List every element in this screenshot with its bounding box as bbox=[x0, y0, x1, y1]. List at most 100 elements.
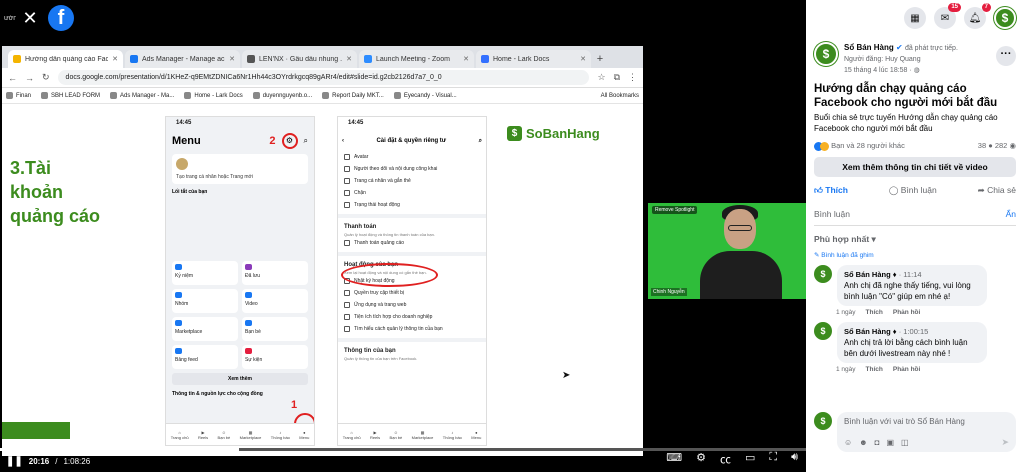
bookmark-item[interactable]: Report Daily MKT... bbox=[322, 92, 384, 99]
close-icon[interactable]: ✕ bbox=[229, 55, 235, 63]
browser-tab[interactable]: Ads Manager - Manage ac ✕ bbox=[125, 50, 240, 68]
captions-icon[interactable]: ⌨ bbox=[666, 451, 682, 467]
bookmark-item[interactable]: Home - Lark Docs bbox=[184, 92, 243, 99]
bookmark-item[interactable]: Eyecandy - Visual... bbox=[393, 92, 457, 99]
nav-item: ♪ Thông báo bbox=[442, 429, 462, 440]
page-avatar[interactable]: $ bbox=[814, 42, 838, 66]
sort-dropdown[interactable]: Phù hợp nhất ▾ bbox=[806, 226, 1024, 245]
close-icon[interactable]: ✕ bbox=[18, 6, 42, 30]
close-icon[interactable]: ✕ bbox=[463, 55, 469, 63]
sticker2-icon[interactable]: ◫ bbox=[901, 438, 909, 447]
commenter-avatar[interactable]: $ bbox=[814, 264, 832, 283]
tile-label: Sự kiện bbox=[245, 357, 263, 363]
notification-bell-icon[interactable]: 🔔︎ 7 bbox=[964, 3, 991, 29]
account-avatar[interactable]: $ bbox=[994, 7, 1016, 29]
video-player[interactable]: ường.. ✕ f Hướng dẫn quảng cáo Fac✕ Ads … bbox=[0, 0, 806, 472]
comment-composer: $ Bình luận với vai trò Sổ Bán Hàng ☺ ☻ … bbox=[814, 412, 1016, 452]
close-icon[interactable]: ✕ bbox=[580, 55, 586, 63]
composer-avatar[interactable]: $ bbox=[814, 412, 832, 430]
browser-tab[interactable]: Hướng dẫn quảng cáo Fac ✕ bbox=[8, 50, 123, 68]
like-button[interactable]: 👍︎ Thích bbox=[814, 185, 848, 196]
commenter-name[interactable]: Sổ Bán Hàng bbox=[844, 270, 891, 279]
pinned-text: Bình luận đã ghim bbox=[821, 251, 874, 259]
reaction-summary: Bạn và 28 người khác 38 ● 282 ◉ bbox=[814, 141, 1016, 151]
menu-dots-icon[interactable]: ⋮ bbox=[628, 72, 637, 83]
back-icon[interactable]: ← bbox=[8, 73, 17, 83]
bookmark-label: duyennguyenb.o... bbox=[262, 92, 313, 99]
facebook-logo-icon[interactable]: f bbox=[48, 5, 74, 31]
gear-icon[interactable]: ⚙ bbox=[696, 451, 706, 467]
settings-item: Quyền truy cập thiết bị bbox=[338, 287, 486, 299]
bookmark-item[interactable]: SBH LEAD FORM bbox=[41, 92, 100, 99]
browser-tab[interactable]: Launch Meeting - Zoom ✕ bbox=[359, 50, 474, 68]
comment-timestamp[interactable]: 1:00:15 bbox=[903, 327, 928, 336]
url-input[interactable]: docs.google.com/presentation/d/1KHeZ-q9E… bbox=[57, 70, 590, 85]
share-button[interactable]: ➦ Chia sẻ bbox=[978, 185, 1016, 196]
pause-icon[interactable]: ❚❚ bbox=[6, 456, 23, 467]
fullscreen-icon[interactable]: ⛶ bbox=[769, 451, 777, 467]
all-bookmarks-link[interactable]: All Bookmarks bbox=[601, 93, 639, 99]
settings-item-label: Ứng dụng và trang web bbox=[354, 302, 407, 308]
send-icon[interactable]: ➤ bbox=[1001, 437, 1009, 448]
your-info-subtitle: Quản lý thông tin của bạn trên Facebook. bbox=[344, 356, 418, 361]
close-icon[interactable]: ✕ bbox=[112, 55, 118, 63]
cc-icon[interactable]: ㏄ bbox=[720, 451, 731, 467]
post-date[interactable]: 15 tháng 4 lúc 18:58 · bbox=[844, 67, 912, 74]
pip-icon[interactable]: ▭ bbox=[745, 451, 755, 467]
remove-spotlight-button[interactable]: Remove Spotlight bbox=[652, 206, 698, 214]
phone-header: Menu 2 ⚙ ⌕ bbox=[166, 131, 314, 151]
tile-label: Đã lưu bbox=[245, 273, 261, 279]
commenter-name[interactable]: Sổ Bán Hàng bbox=[844, 327, 891, 336]
bookmark-icon bbox=[322, 92, 330, 99]
comment-like-button[interactable]: Thích bbox=[866, 366, 883, 373]
close-icon[interactable]: ✕ bbox=[346, 55, 352, 63]
comment-count[interactable]: 38 bbox=[978, 141, 986, 150]
forward-icon[interactable]: → bbox=[25, 73, 34, 83]
reload-icon[interactable]: ↻ bbox=[42, 72, 50, 83]
followers-icon bbox=[344, 166, 350, 172]
menu-tile: Kỷ niệm bbox=[172, 261, 238, 285]
commenter-avatar[interactable]: $ bbox=[814, 321, 832, 340]
post-header: $ Sổ Bán Hàng ✔︎ đã phát trực tiếp. Ngườ… bbox=[806, 36, 1024, 177]
hide-comments-link[interactable]: Ẩn bbox=[1006, 209, 1016, 219]
bookmark-item[interactable]: Ads Manager - Ma... bbox=[110, 92, 174, 99]
menu-tile: Marketplace bbox=[172, 317, 238, 341]
bookmark-icon bbox=[110, 92, 118, 99]
settings-item-label: Trạng thái hoạt động bbox=[354, 202, 400, 208]
device-icon bbox=[344, 290, 350, 296]
comment-reply-button[interactable]: Phản hồi bbox=[893, 309, 920, 316]
comment-button[interactable]: ◯ Bình luận bbox=[889, 185, 937, 196]
tile-label: Kỷ niệm bbox=[175, 273, 194, 279]
nav-label: Thông báo bbox=[442, 434, 462, 440]
comment-reply-button[interactable]: Phản hồi bbox=[893, 366, 920, 373]
reactions-link[interactable]: Bạn và 28 người khác bbox=[814, 141, 905, 151]
sticker-icon[interactable]: ☺ bbox=[844, 438, 852, 447]
volume-icon[interactable]: 🔊︎ bbox=[791, 451, 798, 467]
more-options-icon[interactable]: ··· bbox=[996, 46, 1016, 66]
new-tab-icon[interactable]: + bbox=[593, 50, 607, 68]
bookmark-item[interactable]: Finan bbox=[6, 92, 31, 99]
menu-tile: Nhóm bbox=[172, 289, 238, 313]
extensions-icon[interactable]: ⧉ bbox=[614, 72, 620, 83]
comment-input[interactable]: Bình luận với vai trò Sổ Bán Hàng ☺ ☻ ◘ … bbox=[837, 412, 1016, 452]
more-video-info-button[interactable]: Xem thêm thông tin chi tiết về video bbox=[814, 156, 1016, 177]
comment-like-button[interactable]: Thích bbox=[866, 309, 883, 316]
browser-tab[interactable]: Home - Lark Docs ✕ bbox=[476, 50, 591, 68]
comment-timestamp[interactable]: 11:14 bbox=[903, 270, 921, 279]
bookmark-label: Ads Manager - Ma... bbox=[120, 92, 175, 99]
mouse-cursor-icon: ➤ bbox=[562, 370, 571, 381]
bookmark-item[interactable]: duyennguyenb.o... bbox=[252, 92, 313, 99]
apps-grid-icon[interactable]: ▦ bbox=[904, 7, 926, 29]
apps-icon bbox=[344, 302, 350, 308]
memories-icon bbox=[175, 264, 182, 270]
comment-age: 1 ngày bbox=[836, 308, 856, 316]
emoji-icon[interactable]: ☻ bbox=[859, 438, 867, 447]
gif-icon[interactable]: ▣ bbox=[886, 438, 894, 447]
star-icon[interactable]: ☆ bbox=[597, 72, 605, 83]
tab-favicon-icon bbox=[130, 55, 138, 63]
page-name[interactable]: Sổ Bán Hàng bbox=[844, 43, 894, 52]
messenger-icon[interactable]: ✉ 15 bbox=[934, 3, 961, 29]
browser-tab[interactable]: LEN'NX · Gẩu dấu nhung ... ✕ bbox=[242, 50, 357, 68]
camera-icon[interactable]: ◘ bbox=[875, 438, 880, 447]
nav-label: Trang chủ bbox=[342, 434, 361, 440]
